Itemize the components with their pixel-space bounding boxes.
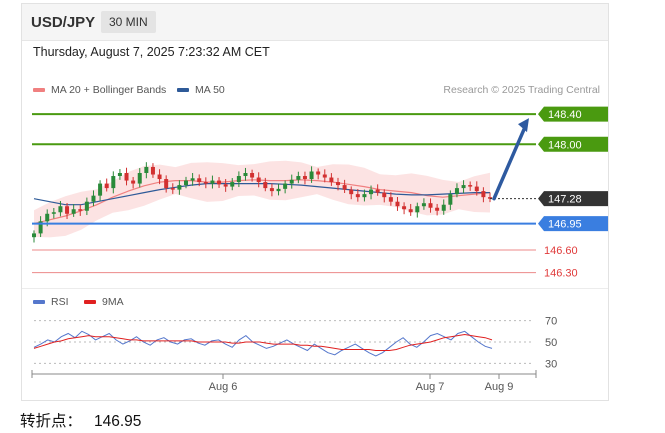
candle-body xyxy=(296,176,301,180)
candle-body xyxy=(355,194,360,198)
candle-body xyxy=(84,201,89,211)
pivot-caption: 转折点： 146.95 xyxy=(20,409,153,431)
rsi-tick-30: 30 xyxy=(545,358,557,370)
candle-body xyxy=(65,206,70,214)
candle-body xyxy=(184,180,188,186)
candle-body xyxy=(256,177,261,183)
candle-body xyxy=(51,212,56,214)
candle-body xyxy=(415,206,420,213)
candle-body xyxy=(250,173,255,178)
candle-body xyxy=(111,176,116,189)
candle-body xyxy=(342,185,347,190)
candle-body xyxy=(395,201,400,207)
candle-body xyxy=(388,197,393,202)
pivot-caption-label: 转折点： xyxy=(20,413,83,430)
candle-body xyxy=(362,194,367,198)
level-label-148.40: 148.40 xyxy=(548,109,582,121)
x-tick-label-Aug-9: Aug 9 xyxy=(485,381,514,393)
candle-body xyxy=(210,180,215,184)
candle-body xyxy=(144,166,149,173)
candle-body xyxy=(309,171,314,180)
candle-body xyxy=(276,188,281,192)
candle-body xyxy=(78,209,83,211)
forecast-arrow-shaft xyxy=(492,125,527,201)
candle-body xyxy=(45,213,50,222)
candle-body xyxy=(190,178,195,181)
candle-body xyxy=(461,185,466,189)
candle-body xyxy=(402,206,407,210)
candle-body xyxy=(203,182,208,184)
candle-body xyxy=(468,185,473,187)
level-label-146.60: 146.60 xyxy=(544,245,578,257)
candle-body xyxy=(177,185,182,190)
candle-body xyxy=(223,184,228,187)
candle-body xyxy=(217,180,222,185)
candle-body xyxy=(98,183,103,196)
level-label-146.95: 146.95 xyxy=(548,219,582,231)
candle-body xyxy=(137,173,142,184)
candle-body xyxy=(336,182,340,186)
candle-body xyxy=(236,176,241,183)
candle-body xyxy=(164,179,169,189)
candle-body xyxy=(375,189,380,193)
candle-body xyxy=(230,182,235,187)
candle-body xyxy=(32,233,36,238)
level-label-146.30: 146.30 xyxy=(544,268,578,280)
candle-body xyxy=(474,186,479,192)
candle-body xyxy=(481,191,486,198)
candle-body xyxy=(197,178,202,183)
candle-body xyxy=(316,171,321,175)
candle-body xyxy=(289,179,294,184)
candle-body xyxy=(131,180,136,184)
candle-body xyxy=(302,176,307,180)
candle-body xyxy=(283,183,288,189)
candle-body xyxy=(117,173,122,177)
candle-body xyxy=(369,189,374,195)
pivot-caption-value: 146.95 xyxy=(94,413,142,430)
candle-body xyxy=(435,207,440,211)
candle-body xyxy=(349,189,354,195)
candle-body xyxy=(170,188,175,190)
chart-frame: USD/JPY 30 MIN Thursday, August 7, 2025 … xyxy=(21,3,609,401)
level-label-147.28: 147.28 xyxy=(548,194,582,206)
candle-body xyxy=(263,182,268,189)
candle-body xyxy=(91,195,96,202)
candle-body xyxy=(382,192,387,198)
candle-body xyxy=(329,177,334,183)
candle-body xyxy=(322,174,327,178)
x-tick-label-Aug-7: Aug 7 xyxy=(416,381,445,393)
candle-body xyxy=(157,174,162,180)
candle-body xyxy=(71,209,76,214)
candle-body xyxy=(104,183,109,189)
candle-body xyxy=(454,188,459,195)
x-tick-label-Aug-6: Aug 6 xyxy=(209,381,238,393)
candle-body xyxy=(441,204,446,211)
candle-body xyxy=(421,203,426,207)
candle-body xyxy=(448,194,453,205)
price-chart: 148.40 148.00 147.28 146.95 146.60 146.30 70 50… xyxy=(31,106,608,393)
rsi-tick-70: 70 xyxy=(545,316,557,328)
candle-body xyxy=(243,173,248,177)
candle-body xyxy=(58,206,63,213)
candle-body xyxy=(150,166,155,175)
candle-body xyxy=(124,173,129,181)
rsi-tick-50: 50 xyxy=(545,337,557,349)
level-label-148.00: 148.00 xyxy=(548,139,582,151)
candle-body xyxy=(269,188,274,192)
candle-body xyxy=(408,209,413,213)
bollinger-band xyxy=(34,160,490,238)
candle-body xyxy=(428,203,433,208)
